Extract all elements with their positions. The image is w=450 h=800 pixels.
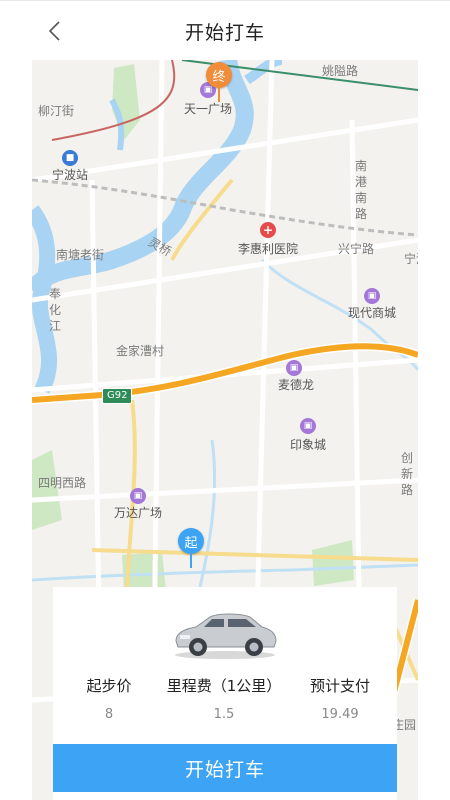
fare-start-price: 起步价 8 xyxy=(53,675,165,722)
shopping-icon: ▣ xyxy=(130,488,146,504)
hospital-icon: + xyxy=(260,222,276,238)
highway-badge: G92 xyxy=(102,388,133,404)
map-label: 四明西路 xyxy=(38,476,87,490)
map-label: 麦德龙 xyxy=(278,378,315,392)
map-label: 宁波站 xyxy=(52,168,89,182)
map-label: 姚隘路 xyxy=(322,64,359,78)
fare-row: 起步价 8 里程费（1公里） 1.5 预计支付 19.49 xyxy=(53,675,397,722)
estimate-label: 预计支付 xyxy=(309,677,370,695)
map-label: 宁波 xyxy=(404,252,418,266)
car-image-wrap xyxy=(53,601,397,667)
mileage-value: 1.5 xyxy=(213,707,235,722)
map-label: 柳汀街 xyxy=(38,104,75,118)
start-marker-stem xyxy=(190,552,192,568)
fare-mileage: 里程费（1公里） 1.5 xyxy=(165,675,283,722)
start-price-label: 起步价 xyxy=(86,677,132,695)
map-label: 现代商城 xyxy=(348,306,397,320)
shopping-icon: ▣ xyxy=(286,360,302,376)
map-label: 印象城 xyxy=(290,438,327,452)
train-station-icon: ■ xyxy=(62,150,78,166)
shopping-icon: ▣ xyxy=(364,288,380,304)
start-price-value: 8 xyxy=(104,707,114,722)
page-title: 开始打车 xyxy=(184,22,265,44)
map-label: 天一广场 xyxy=(184,102,233,116)
end-marker-stem xyxy=(218,86,220,102)
map-label: 李惠利医院 xyxy=(238,242,299,256)
start-marker: 起 xyxy=(178,528,204,554)
map-label: 万达广场 xyxy=(114,506,163,520)
map-label: 南塘老街 xyxy=(56,248,105,262)
map-label: 南港南路 xyxy=(354,159,367,221)
estimate-value: 19.49 xyxy=(321,707,359,722)
start-ride-button[interactable]: 开始打车 xyxy=(53,744,397,792)
mileage-label: 里程费（1公里） xyxy=(166,677,282,695)
map-label: 金家漕村 xyxy=(116,344,165,358)
map-label: 兴宁路 xyxy=(338,242,375,256)
end-marker: 终 xyxy=(206,62,232,88)
car-icon xyxy=(175,613,277,659)
header: 开始打车 xyxy=(0,0,450,61)
fare-estimate: 预计支付 19.49 xyxy=(283,675,397,722)
shopping-icon: ▣ xyxy=(300,418,316,434)
map-label: 奉化江 xyxy=(48,287,61,333)
map-label: 创新路 xyxy=(400,451,413,497)
